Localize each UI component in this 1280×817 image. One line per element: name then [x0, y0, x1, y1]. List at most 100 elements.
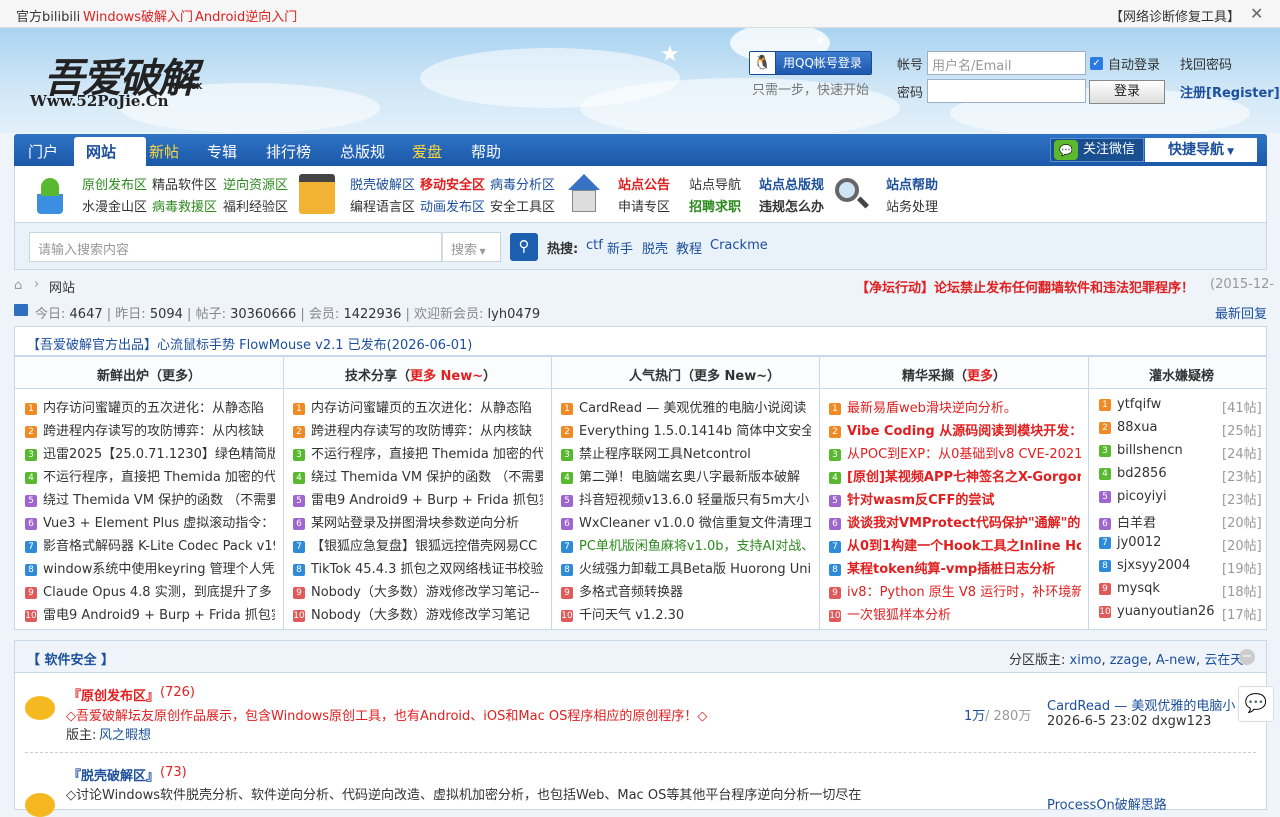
subnav-link[interactable]: 申请专区: [618, 196, 670, 215]
search-input[interactable]: 请输入搜索内容: [29, 232, 442, 262]
subnav-link[interactable]: 违规怎么办: [759, 196, 824, 215]
moderator-link[interactable]: A-new: [1156, 653, 1196, 668]
subnav-link[interactable]: 站务处理: [886, 196, 938, 215]
user-name[interactable]: picoyiyi: [1117, 489, 1167, 504]
tech-post-item[interactable]: 5 雷电9 Android9 + Burp + Frida 抓包实操: [293, 489, 543, 509]
subnav-link[interactable]: 站点帮助: [886, 174, 938, 193]
quick-nav-button[interactable]: 快捷导航 ▼: [1145, 138, 1257, 162]
tech-post-item[interactable]: 1 内存访问蜜罐页的五次进化：从静态陷: [293, 397, 543, 417]
new-member-link[interactable]: lyh0479: [488, 307, 541, 322]
post-title[interactable]: 火绒强力卸载工具Beta版 Huorong Unin: [579, 562, 811, 577]
user-name[interactable]: jy0012: [1117, 535, 1161, 550]
featured-post-item[interactable]: 4 [原创]某视频APP七神签名之X-Gorgon: [829, 466, 1081, 486]
password-input[interactable]: [927, 79, 1086, 103]
post-title[interactable]: 禁止程序联网工具Netcontrol: [579, 447, 751, 462]
breadcrumb-current[interactable]: 网站: [49, 277, 75, 296]
featured-post-item[interactable]: 3 从POC到EXP：从0基础到v8 CVE-2021: [829, 443, 1081, 463]
collapse-icon[interactable]: −: [1239, 649, 1255, 665]
featured-post-item[interactable]: 6 谈谈我对VMProtect代码保护"通解"的: [829, 512, 1081, 532]
post-title[interactable]: Everything 1.5.0.1414b 简体中文安全汉: [579, 424, 811, 439]
post-title[interactable]: iv8：Python 原生 V8 运行时，补环境新: [847, 585, 1081, 600]
post-title[interactable]: 内存访问蜜罐页的五次进化：从静态陷: [43, 401, 264, 416]
login-button[interactable]: 登录: [1089, 80, 1165, 104]
user-name[interactable]: mysqk: [1117, 581, 1160, 596]
qq-login-button[interactable]: 🐧 用QQ帐号登录: [749, 51, 872, 75]
forum-last-post[interactable]: ProcessOn破解思路: [1047, 794, 1167, 813]
subnav-link[interactable]: 站点总版规: [759, 174, 824, 193]
nav-new-posts[interactable]: 新帖: [149, 141, 179, 162]
post-title[interactable]: 迅雷2025【25.0.71.1230】绿色精简版: [43, 447, 275, 462]
search-type-select[interactable]: 搜索 ▼: [442, 232, 501, 262]
col-header-hot[interactable]: 人气热门（更多 New~）: [629, 365, 780, 384]
subnav-link[interactable]: 编程语言区: [350, 196, 415, 215]
post-title[interactable]: 某网站登录及拼图滑块参数逆向分析: [311, 516, 519, 531]
featured-post-item[interactable]: 10 一次银狐样本分析: [829, 604, 1081, 624]
hot-post-item[interactable]: 10 千问天气 v1.2.30: [561, 604, 811, 624]
forum-name[interactable]: 『脱壳破解区』: [68, 765, 159, 784]
new-post-item[interactable]: 6 Vue3 + Element Plus 虚拟滚动指令：10: [25, 512, 275, 532]
subnav-link[interactable]: 病毒分析区: [490, 174, 555, 193]
subnav-link[interactable]: 动画发布区: [420, 196, 485, 215]
post-title[interactable]: 不运行程序，直接把 Themida 加密的代: [43, 470, 275, 485]
col-header-featured[interactable]: 精华采撷（更多）: [902, 365, 1006, 384]
featured-post-item[interactable]: 9 iv8：Python 原生 V8 运行时，补环境新: [829, 581, 1081, 601]
tech-post-item[interactable]: 4 绕过 Themida VM 保护的函数 （不需要: [293, 466, 543, 486]
post-title[interactable]: 最新易盾web滑块逆向分析。: [847, 401, 1017, 416]
moderator-link[interactable]: zzage: [1110, 653, 1148, 668]
post-title[interactable]: 影音格式解码器 K-Lite Codec Pack v19.: [43, 539, 275, 554]
nav-aipan[interactable]: 爱盘: [412, 141, 442, 162]
new-post-item[interactable]: 5 绕过 Themida VM 保护的函数 （不需要: [25, 489, 275, 509]
register-link[interactable]: 注册[Register]: [1180, 82, 1280, 101]
windows-crack-link[interactable]: Windows破解入门: [83, 6, 193, 25]
post-title[interactable]: window系统中使用keyring 管理个人凭据: [43, 562, 275, 577]
post-title[interactable]: Vibe Coding 从源码阅读到模块开发：: [847, 424, 1081, 439]
post-title[interactable]: Nobody（大多数）游戏修改学习笔记: [311, 608, 530, 623]
android-reverse-link[interactable]: Android逆向入门: [195, 6, 297, 25]
new-post-item[interactable]: 1 内存访问蜜罐页的五次进化：从静态陷: [25, 397, 275, 417]
post-title[interactable]: 绕过 Themida VM 保护的函数 （不需要: [43, 493, 275, 508]
subnav-link[interactable]: 站点导航: [689, 174, 741, 193]
hot-post-item[interactable]: 7 PC单机版闲鱼麻将v1.0b，支持AI对战、: [561, 535, 811, 555]
post-title[interactable]: Vue3 + Element Plus 虚拟滚动指令：10: [43, 516, 275, 531]
col-header-tech[interactable]: 技术分享（更多 New~）: [345, 365, 496, 384]
new-post-item[interactable]: 4 不运行程序，直接把 Themida 加密的代: [25, 466, 275, 486]
nav-rules[interactable]: 总版规: [340, 141, 385, 162]
notice-link[interactable]: 【净坛行动】论坛禁止发布任何翻墙软件和违法犯罪程序！: [856, 277, 1194, 296]
hot-post-item[interactable]: 8 火绒强力卸载工具Beta版 Huorong Unin: [561, 558, 811, 578]
featured-post-item[interactable]: 1 最新易盾web滑块逆向分析。: [829, 397, 1081, 417]
latest-reply-link[interactable]: 最新回复: [1215, 303, 1267, 322]
user-name[interactable]: yuanyoutian26: [1117, 604, 1214, 619]
subnav-link[interactable]: 原创发布区: [82, 174, 147, 193]
hot-post-item[interactable]: 2 Everything 1.5.0.1414b 简体中文安全汉: [561, 420, 811, 440]
bilibili-link[interactable]: 官方bilibili: [16, 6, 80, 25]
tech-post-item[interactable]: 8 TikTok 45.4.3 抓包之双网络栈证书校验: [293, 558, 543, 578]
post-title[interactable]: 多格式音频转换器: [579, 585, 683, 600]
find-password-link[interactable]: 找回密码: [1180, 54, 1232, 73]
tech-post-item[interactable]: 7 【银狐应急复盘】银狐远控借壳网易CC: [293, 535, 543, 555]
post-title[interactable]: 千问天气 v1.2.30: [579, 608, 684, 623]
search-icon[interactable]: ⚲: [510, 233, 538, 261]
subnav-link[interactable]: 水漫金山区: [82, 196, 147, 215]
post-title[interactable]: 第二弹！电脑端玄奥八字最新版本破解: [579, 470, 800, 485]
nav-site[interactable]: 网站: [86, 141, 116, 162]
hot-post-item[interactable]: 3 禁止程序联网工具Netcontrol: [561, 443, 811, 463]
post-title[interactable]: 某程token纯算-vmp插桩日志分析: [847, 562, 1055, 577]
post-title[interactable]: Claude Opus 4.8 实测，到底提升了多: [43, 585, 272, 600]
post-title[interactable]: 雷电9 Android9 + Burp + Frida 抓包实操: [43, 608, 275, 623]
post-title[interactable]: 谈谈我对VMProtect代码保护"通解"的: [847, 516, 1080, 531]
post-title[interactable]: 跨进程内存读写的攻防博弈：从内核缺: [43, 424, 264, 439]
forum-mod-link[interactable]: 风之暇想: [99, 724, 151, 743]
tech-post-item[interactable]: 10 Nobody（大多数）游戏修改学习笔记: [293, 604, 543, 624]
hot-post-item[interactable]: 5 抖音短视频v13.6.0 轻量版只有5m大小: [561, 489, 811, 509]
username-input[interactable]: 用户名/Email: [927, 51, 1086, 75]
post-title[interactable]: CardRead — 美观优雅的电脑小说阅读: [579, 401, 806, 416]
announcement-link[interactable]: 【吾爱破解官方出品】心流鼠标手势 FlowMouse v2.1 已发布(2026…: [27, 334, 472, 353]
featured-post-item[interactable]: 5 针对wasm反CFF的尝试: [829, 489, 1081, 509]
post-title[interactable]: 雷电9 Android9 + Burp + Frida 抓包实操: [311, 493, 543, 508]
subnav-link[interactable]: 脱壳破解区: [350, 174, 415, 193]
wechat-float-icon[interactable]: 💬: [1238, 686, 1274, 722]
post-title[interactable]: 内存访问蜜罐页的五次进化：从静态陷: [311, 401, 532, 416]
hot-post-item[interactable]: 1 CardRead — 美观优雅的电脑小说阅读: [561, 397, 811, 417]
subnav-link[interactable]: 移动安全区: [420, 174, 485, 193]
nav-help[interactable]: 帮助: [471, 141, 501, 162]
